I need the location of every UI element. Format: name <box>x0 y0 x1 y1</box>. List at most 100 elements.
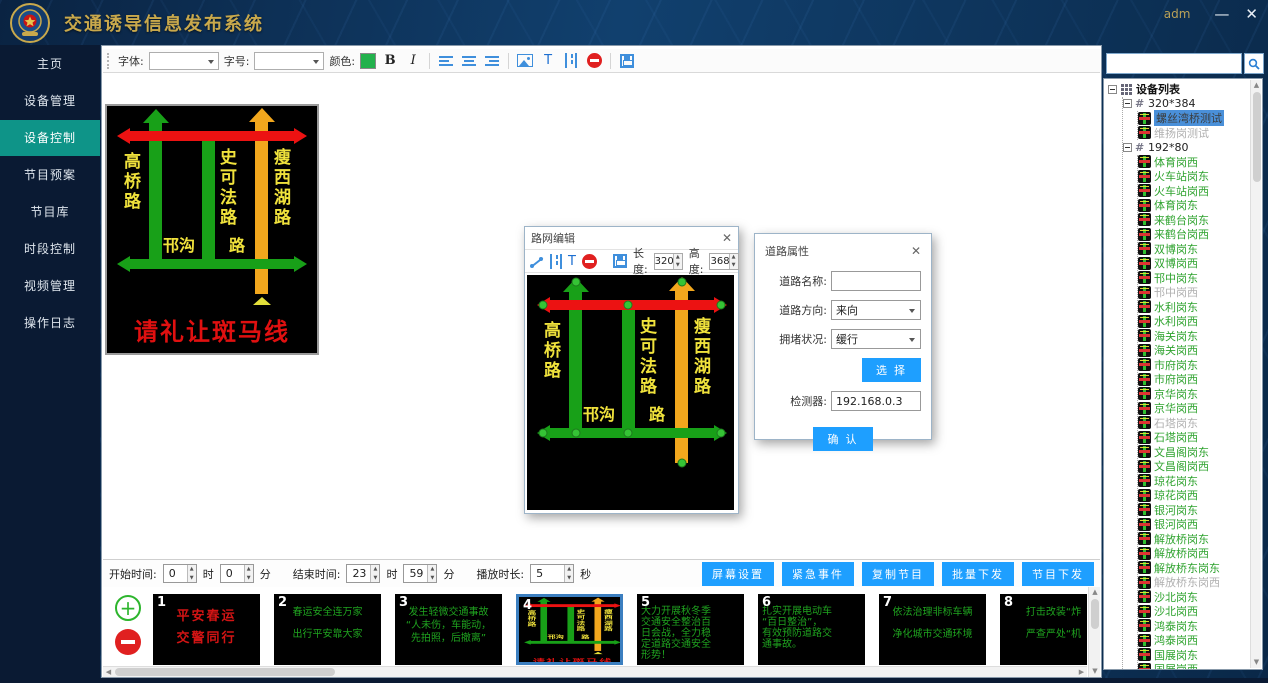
device-item[interactable]: 水利岗东 <box>1138 300 1250 315</box>
dialog-close-icon[interactable]: ✕ <box>911 244 921 258</box>
emergency-event-button[interactable]: 紧急事件 <box>782 562 854 586</box>
scroll-up-arrow[interactable]: ▲ <box>1089 587 1101 598</box>
device-item[interactable]: 海关岗西 <box>1138 343 1250 358</box>
insert-image-icon[interactable] <box>516 52 534 70</box>
start-hour-stepper[interactable]: 0▲▼ <box>163 564 197 583</box>
collapse-icon[interactable] <box>1123 143 1132 152</box>
align-right-icon[interactable] <box>483 52 501 70</box>
device-item[interactable]: 国展岗西 <box>1138 662 1250 670</box>
device-item[interactable]: 火车站岗东 <box>1138 169 1250 184</box>
font-select[interactable] <box>149 52 219 70</box>
edit-node-handle[interactable] <box>678 278 687 287</box>
device-item[interactable]: 来鹤台岗西 <box>1138 227 1250 242</box>
sign-preview-frame[interactable]: 高桥路 史可法路 瘦西湖路 邗沟 路 请礼让斑马线 <box>105 104 319 355</box>
edit-node-handle[interactable] <box>678 459 687 468</box>
device-item[interactable]: 体育岗东 <box>1138 198 1250 213</box>
bold-icon[interactable]: B <box>381 52 399 70</box>
scroll-left-arrow[interactable]: ◀ <box>103 667 114 677</box>
road-name-input[interactable] <box>831 271 921 291</box>
edit-node-handle[interactable] <box>572 429 581 438</box>
device-item[interactable]: 体育岗西 <box>1138 155 1250 170</box>
scrollbar-thumb[interactable] <box>115 668 335 676</box>
playlist-item-7[interactable]: 7依法治理非标车辆净化城市交通环境 <box>879 594 986 665</box>
device-item[interactable]: 国展岗东 <box>1138 648 1250 663</box>
device-item[interactable]: 邗中岗西 <box>1138 285 1250 300</box>
remove-program-button[interactable] <box>115 629 141 655</box>
device-item[interactable]: 海关岗东 <box>1138 329 1250 344</box>
scroll-up-arrow[interactable]: ▲ <box>1251 80 1262 91</box>
edit-node-handle[interactable] <box>624 301 633 310</box>
edit-node-handle[interactable] <box>624 429 633 438</box>
device-item[interactable]: 火车站岗西 <box>1138 184 1250 199</box>
road-segment-icon[interactable] <box>550 252 562 270</box>
dialog-close-icon[interactable]: ✕ <box>722 231 732 245</box>
congestion-select[interactable]: 缓行 <box>831 329 921 349</box>
edit-node-handle[interactable] <box>572 278 581 287</box>
device-group-320*384[interactable]: #320*384 <box>1123 97 1250 112</box>
minimize-button[interactable]: — <box>1214 4 1229 24</box>
playlist-item-5[interactable]: 5大力开展秋冬季交通安全整治百日会战，全力稳定道路交通安全形势！ <box>637 594 744 665</box>
close-button[interactable]: ✕ <box>1245 4 1258 24</box>
copy-program-button[interactable]: 复制节目 <box>862 562 934 586</box>
draw-line-icon[interactable] <box>529 252 544 270</box>
playlist-item-8[interactable]: 8打击改装“炸严查严处“机 <box>1000 594 1087 665</box>
playlist-item-6[interactable]: 6扎实开展电动车“百日整治”，有效预防道路交通事故。 <box>758 594 865 665</box>
playlist-item-4[interactable]: 4 高桥路 史可法路 瘦西湖路 邗沟 路 请礼让斑马线 <box>516 594 623 665</box>
scrollbar-thumb[interactable] <box>1253 92 1261 182</box>
scrollbar-thumb[interactable] <box>1091 599 1099 629</box>
playlist-item-3[interactable]: 3发生轻微交通事故“人未伤，车能动，先拍照，后撤离” <box>395 594 502 665</box>
device-item[interactable]: 琼花岗东 <box>1138 474 1250 489</box>
device-item[interactable]: 京华岗西 <box>1138 401 1250 416</box>
align-center-icon[interactable] <box>460 52 478 70</box>
edit-node-handle[interactable] <box>717 429 726 438</box>
device-item[interactable]: 石塔岗东 <box>1138 416 1250 431</box>
device-item[interactable]: 银河岗东 <box>1138 503 1250 518</box>
edit-node-handle[interactable] <box>539 429 548 438</box>
device-item[interactable]: 解放桥岗西 <box>1138 546 1250 561</box>
device-item[interactable]: 解放桥东岗东 <box>1138 561 1250 576</box>
device-item[interactable]: 水利岗西 <box>1138 314 1250 329</box>
end-hour-stepper[interactable]: 23▲▼ <box>346 564 380 583</box>
text-tool-icon[interactable]: T <box>568 252 576 270</box>
device-item[interactable]: 京华岗东 <box>1138 387 1250 402</box>
add-program-button[interactable]: + <box>115 595 141 621</box>
sidebar-item-time-control[interactable]: 时段控制 <box>0 231 100 267</box>
device-item[interactable]: 沙北岗东 <box>1138 590 1250 605</box>
confirm-button[interactable]: 确 认 <box>813 427 872 451</box>
current-user[interactable]: adm <box>1164 7 1191 21</box>
sidebar-item-device-control[interactable]: 设备控制 <box>0 120 100 156</box>
scroll-down-arrow[interactable]: ▼ <box>1251 657 1262 668</box>
duration-stepper[interactable]: 5▲▼ <box>530 564 574 583</box>
device-item[interactable]: 文昌阁岗东 <box>1138 445 1250 460</box>
save-tool-icon[interactable] <box>613 252 627 270</box>
delete-tool-icon[interactable] <box>582 252 597 270</box>
italic-icon[interactable]: I <box>404 52 422 70</box>
device-item[interactable]: 琼花岗西 <box>1138 488 1250 503</box>
detector-input[interactable]: 192.168.0.3 <box>831 391 921 411</box>
sidebar-item-program-plan[interactable]: 节目预案 <box>0 157 100 193</box>
playlist-vertical-scrollbar[interactable]: ▲ ▼ <box>1088 587 1100 677</box>
device-item[interactable]: 银河岗西 <box>1138 517 1250 532</box>
program-send-button[interactable]: 节目下发 <box>1022 562 1094 586</box>
device-item[interactable]: 螺丝湾桥测试 <box>1138 111 1250 126</box>
device-item[interactable]: 文昌阁岗西 <box>1138 459 1250 474</box>
screen-settings-button[interactable]: 屏幕设置 <box>702 562 774 586</box>
playlist-item-2[interactable]: 2春运安全连万家出行平安靠大家 <box>274 594 381 665</box>
road-direction-select[interactable]: 来向 <box>831 300 921 320</box>
horizontal-scrollbar[interactable]: ◀ ▶ <box>103 666 1087 677</box>
device-item[interactable]: 双博岗西 <box>1138 256 1250 271</box>
collapse-icon[interactable] <box>1108 85 1117 94</box>
device-item[interactable]: 解放桥东岗西 <box>1138 575 1250 590</box>
scroll-right-arrow[interactable]: ▶ <box>1076 667 1087 677</box>
device-item[interactable]: 石塔岗西 <box>1138 430 1250 445</box>
device-item[interactable]: 邗中岗东 <box>1138 271 1250 286</box>
font-size-select[interactable] <box>254 52 324 70</box>
sidebar-item-operation-log[interactable]: 操作日志 <box>0 305 100 341</box>
select-button[interactable]: 选 择 <box>862 358 921 382</box>
sidebar-item-home[interactable]: 主页 <box>0 46 100 82</box>
edit-node-handle[interactable] <box>717 301 726 310</box>
device-item[interactable]: 鸿泰岗西 <box>1138 633 1250 648</box>
align-left-icon[interactable] <box>437 52 455 70</box>
tree-vertical-scrollbar[interactable]: ▲ ▼ <box>1250 80 1261 668</box>
road-edit-canvas[interactable]: 高桥路 史可法路 瘦西湖路 邗沟 路 <box>527 275 734 510</box>
